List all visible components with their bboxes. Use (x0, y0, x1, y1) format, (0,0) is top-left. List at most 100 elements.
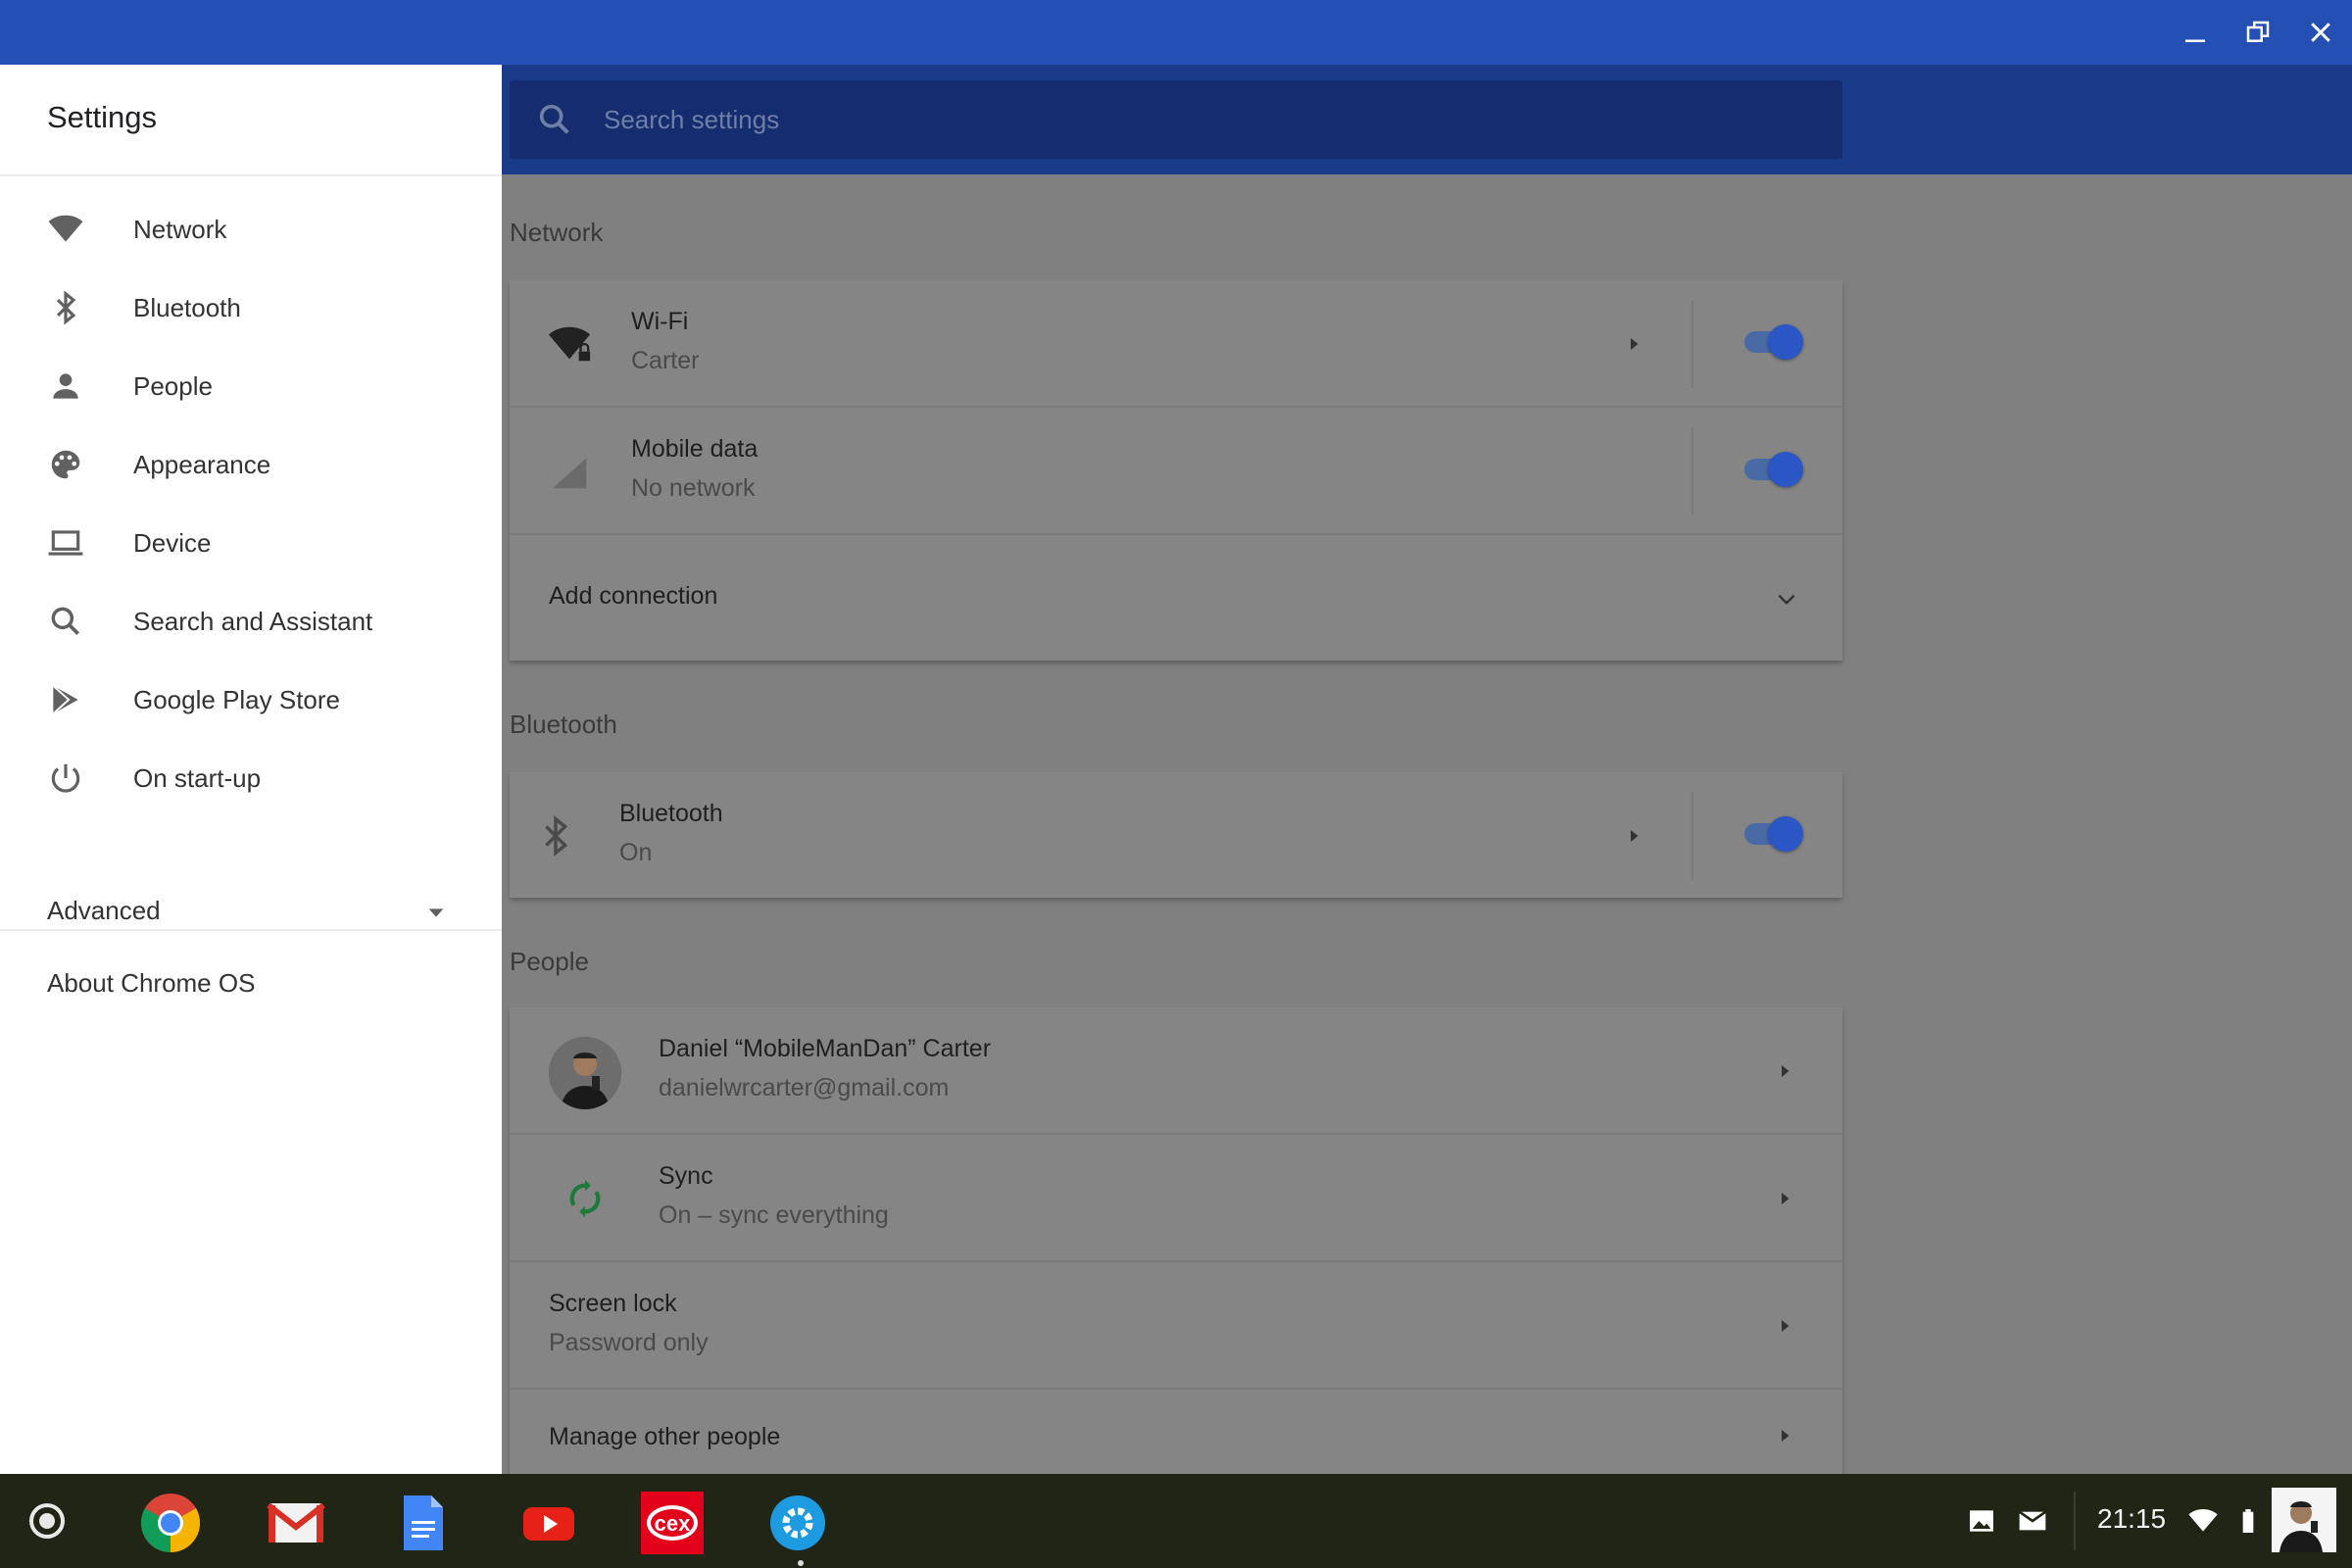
sidebar-item-play-store[interactable]: Google Play Store (0, 661, 502, 739)
mobile-data-toggle[interactable] (1740, 449, 1803, 488)
close-icon (2311, 23, 2330, 42)
sidebar-item-label: Device (133, 527, 212, 558)
palette-icon (43, 442, 88, 487)
add-connection-row[interactable]: Add connection (510, 535, 1842, 662)
user-avatar[interactable] (2272, 1488, 2336, 1552)
sidebar-item-people[interactable]: People (0, 347, 502, 425)
bluetooth-row[interactable]: Bluetooth On (510, 772, 1842, 900)
cex-logo-text: cex (655, 1511, 691, 1536)
divider (1691, 792, 1693, 880)
wifi-title: Wi-Fi (631, 308, 689, 335)
search-input[interactable]: Search settings (510, 80, 1842, 159)
bluetooth-icon (531, 811, 580, 860)
mobile-title: Mobile data (631, 435, 759, 463)
manage-people-row[interactable]: Manage other people (510, 1390, 1842, 1478)
manage-people-label: Manage other people (549, 1423, 781, 1450)
settings-app[interactable] (766, 1492, 829, 1554)
wifi-icon (43, 207, 88, 252)
sidebar-item-label: Network (133, 214, 227, 244)
restore-icon (2246, 21, 2270, 42)
bluetooth-icon (43, 285, 88, 330)
gmail-icon (267, 1502, 325, 1543)
sidebar-item-label: Appearance (133, 449, 271, 479)
sidebar-item-startup[interactable]: On start-up (0, 739, 502, 817)
mobile-subtitle: No network (631, 474, 756, 502)
screen-lock-title: Screen lock (549, 1290, 677, 1317)
section-title-bluetooth: Bluetooth (510, 710, 617, 739)
sidebar-item-label: Google Play Store (133, 684, 341, 714)
section-title-people: People (510, 947, 589, 976)
image-notification-icon[interactable] (1966, 1505, 1997, 1537)
sidebar-item-device[interactable]: Device (0, 504, 502, 582)
arrow-right-icon (1782, 1430, 1789, 1442)
divider (1691, 300, 1693, 388)
screen-lock-row[interactable]: Screen lock Password only (510, 1262, 1842, 1390)
cex-app[interactable]: cex (641, 1492, 704, 1554)
divider (1691, 427, 1693, 515)
wifi-subtitle: Carter (631, 347, 700, 374)
minimize-icon (2185, 39, 2205, 42)
search-icon (539, 104, 569, 134)
arrow-right-icon (1631, 830, 1639, 842)
youtube-app[interactable] (517, 1492, 580, 1554)
divider (2074, 1492, 2076, 1550)
account-row[interactable]: Daniel “MobileManDan” Carter danielwrcar… (510, 1007, 1842, 1135)
chevron-down-icon (1778, 594, 1795, 606)
people-card: Daniel “MobileManDan” Carter danielwrcar… (510, 1007, 1842, 1478)
laptop-icon (43, 520, 88, 565)
wifi-toggle[interactable] (1740, 321, 1803, 361)
divider (0, 174, 502, 176)
wifi-locked-icon (545, 319, 594, 368)
account-email: danielwrcarter@gmail.com (659, 1074, 950, 1102)
section-title-network: Network (510, 218, 604, 247)
sync-title: Sync (659, 1162, 713, 1190)
chrome-icon (140, 1494, 201, 1552)
arrow-right-icon (1782, 1065, 1789, 1077)
cell-signal-icon (545, 447, 594, 496)
play-store-icon (43, 677, 88, 722)
mail-notification-icon[interactable] (2017, 1505, 2048, 1537)
divider (0, 929, 502, 931)
wifi-row[interactable]: Wi-Fi Carter (510, 280, 1842, 408)
sidebar-advanced-toggle[interactable]: Advanced (0, 872, 502, 951)
network-card: Wi-Fi Carter Mobile data No network Add … (510, 280, 1842, 661)
restore-button[interactable] (2227, 0, 2289, 65)
avatar (549, 1037, 621, 1109)
youtube-icon (523, 1507, 574, 1541)
person-icon (43, 364, 88, 409)
sync-icon (561, 1174, 610, 1223)
sidebar-item-label: On start-up (133, 762, 262, 793)
close-button[interactable] (2289, 0, 2352, 65)
sidebar-item-about[interactable]: About Chrome OS (47, 968, 255, 999)
chrome-app[interactable] (139, 1492, 202, 1554)
arrow-right-icon (1782, 1320, 1789, 1332)
sidebar-item-bluetooth[interactable]: Bluetooth (0, 269, 502, 347)
drawer-title: Settings (47, 100, 158, 134)
sidebar-item-search-assistant[interactable]: Search and Assistant (0, 582, 502, 661)
launcher-button[interactable] (29, 1503, 65, 1539)
clock[interactable]: 21:15 (2097, 1503, 2166, 1535)
bluetooth-title: Bluetooth (619, 800, 723, 827)
sync-subtitle: On – sync everything (659, 1201, 889, 1229)
bluetooth-toggle[interactable] (1740, 813, 1803, 853)
wifi-status-icon[interactable] (2187, 1505, 2219, 1537)
mobile-data-row[interactable]: Mobile data No network (510, 408, 1842, 535)
bluetooth-subtitle: On (619, 839, 653, 866)
bluetooth-card: Bluetooth On (510, 772, 1842, 898)
sync-row[interactable]: Sync On – sync everything (510, 1135, 1842, 1262)
sidebar-item-label: Bluetooth (133, 292, 241, 322)
settings-icon (770, 1495, 825, 1550)
screen-lock-subtitle: Password only (549, 1329, 709, 1356)
sidebar-item-appearance[interactable]: Appearance (0, 425, 502, 504)
add-connection-label: Add connection (549, 582, 718, 610)
battery-icon[interactable] (2232, 1505, 2264, 1537)
active-app-indicator (798, 1560, 804, 1566)
search-placeholder: Search settings (604, 104, 780, 134)
minimize-button[interactable] (2164, 0, 2227, 65)
advanced-label: Advanced (47, 896, 161, 925)
sidebar-item-network[interactable]: Network (0, 190, 502, 269)
docs-app[interactable] (392, 1492, 455, 1554)
power-icon (43, 756, 88, 801)
gmail-app[interactable] (265, 1492, 327, 1554)
settings-drawer: Settings Network Bluetooth People Appear… (0, 65, 502, 1474)
